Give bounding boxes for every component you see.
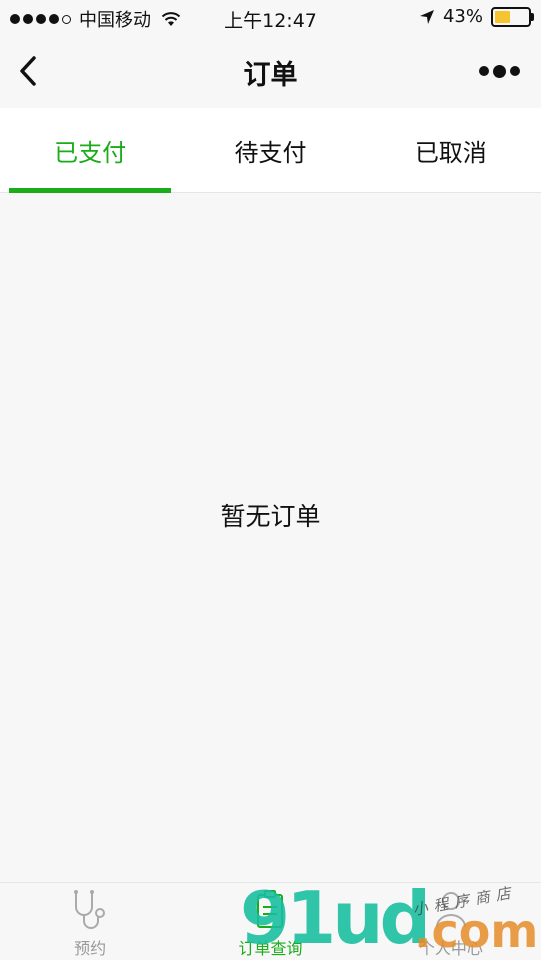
tab-label: 已取消 xyxy=(414,138,487,167)
battery-icon xyxy=(491,6,534,27)
tab-paid[interactable]: 已支付 xyxy=(0,108,180,193)
more-dots-icon xyxy=(479,66,489,76)
bottom-tab-bar: 预约 订单查询 个人中心 xyxy=(0,882,541,960)
clipboard-icon xyxy=(257,890,284,928)
screen: 中国移动 上午12:47 43% 订单 已支付 待支付 已取消 暂无订单 预约 … xyxy=(0,0,541,960)
person-icon xyxy=(435,892,466,928)
order-status-tabs: 已支付 待支付 已取消 xyxy=(0,108,541,193)
tabbar-label: 预约 xyxy=(74,939,107,958)
empty-state-message: 暂无订单 xyxy=(220,502,321,531)
tab-label: 已支付 xyxy=(54,138,127,167)
location-arrow-icon xyxy=(419,9,434,24)
status-right: 43% xyxy=(419,6,534,27)
active-tab-indicator xyxy=(9,188,172,193)
battery-percent: 43% xyxy=(442,6,483,27)
tabbar-item-appointment[interactable]: 预约 xyxy=(0,883,180,960)
battery-level xyxy=(495,10,511,23)
tab-label: 待支付 xyxy=(234,138,307,167)
tab-cancelled[interactable]: 已取消 xyxy=(361,108,541,192)
more-button[interactable] xyxy=(479,62,521,80)
nav-bar: 订单 xyxy=(0,36,541,106)
tabbar-label: 个人中心 xyxy=(418,939,483,958)
page-title: 订单 xyxy=(243,60,298,91)
tabbar-item-order-query[interactable]: 订单查询 xyxy=(180,883,360,960)
stethoscope-icon xyxy=(74,890,106,929)
tab-pending[interactable]: 待支付 xyxy=(180,108,360,192)
tabbar-label: 订单查询 xyxy=(238,939,303,958)
status-bar: 中国移动 上午12:47 43% xyxy=(0,0,541,36)
tabbar-item-personal-center[interactable]: 个人中心 xyxy=(361,883,541,960)
